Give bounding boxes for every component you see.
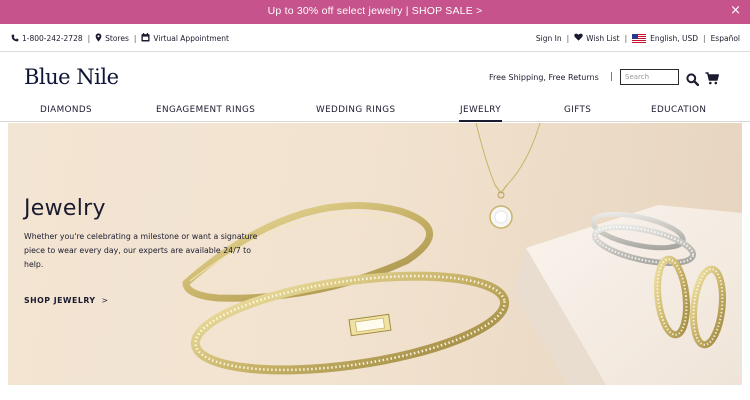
nav-jewelry[interactable]: JEWELRY (458, 105, 503, 122)
stores-link[interactable]: Stores (105, 34, 129, 43)
hero-description: Whether you're celebrating a milestone o… (24, 232, 258, 269)
nav-education[interactable]: EDUCATION (651, 105, 706, 115)
wish-list-link[interactable]: Wish List (586, 34, 620, 43)
header: Blue Nile Free Shipping, Free Returns | (0, 52, 750, 98)
nav-wedding-rings[interactable]: WEDDING RINGS (316, 105, 395, 115)
virtual-appointment-link[interactable]: Virtual Appointment (153, 34, 229, 43)
divider: | (610, 72, 614, 82)
search-input[interactable] (620, 69, 679, 85)
phone-number[interactable]: 1-800-242-2728 (22, 34, 83, 43)
heart-icon (574, 33, 583, 43)
nav-engagement-rings[interactable]: ENGAGEMENT RINGS (156, 105, 255, 115)
main-nav: DIAMONDS ENGAGEMENT RINGS WEDDING RINGS … (0, 98, 750, 122)
hero-title: Jewelry (24, 196, 106, 221)
close-icon[interactable]: × (730, 3, 741, 19)
search-icon[interactable] (686, 71, 700, 87)
map-pin-icon (95, 33, 102, 44)
promo-banner[interactable]: Up to 30% off select jewelry | SHOP SALE… (0, 0, 750, 24)
spanish-link[interactable]: Español (711, 34, 740, 43)
promo-text[interactable]: Up to 30% off select jewelry | SHOP SALE… (0, 5, 750, 17)
pendant-necklace (475, 123, 541, 229)
divider: | (133, 34, 137, 43)
chevron-right-icon: > (101, 296, 109, 305)
nav-diamonds[interactable]: DIAMONDS (40, 105, 92, 115)
utility-bar: 1-800-242-2728 | Stores | Virtual Appoin… (0, 24, 750, 52)
nav-gifts[interactable]: GIFTS (564, 105, 591, 115)
free-shipping-text[interactable]: Free Shipping, Free Returns (489, 73, 599, 82)
hero-banner[interactable]: Jewelry Whether you're celebrating a mil… (8, 123, 742, 385)
sign-in-link[interactable]: Sign In (536, 34, 562, 43)
us-flag-icon (632, 33, 647, 43)
shop-jewelry-label[interactable]: SHOP JEWELRY (24, 296, 96, 305)
divider: | (703, 33, 706, 43)
divider: | (624, 33, 628, 43)
divider: | (566, 33, 570, 43)
cart-icon[interactable] (705, 70, 719, 85)
blue-nile-logo[interactable]: Blue Nile (24, 65, 119, 89)
shop-jewelry-link[interactable]: SHOP JEWELRY > (24, 296, 109, 305)
calendar-icon (141, 33, 150, 44)
phone-icon (11, 34, 19, 44)
divider: | (87, 34, 91, 43)
locale-selector[interactable]: English, USD (650, 34, 698, 43)
